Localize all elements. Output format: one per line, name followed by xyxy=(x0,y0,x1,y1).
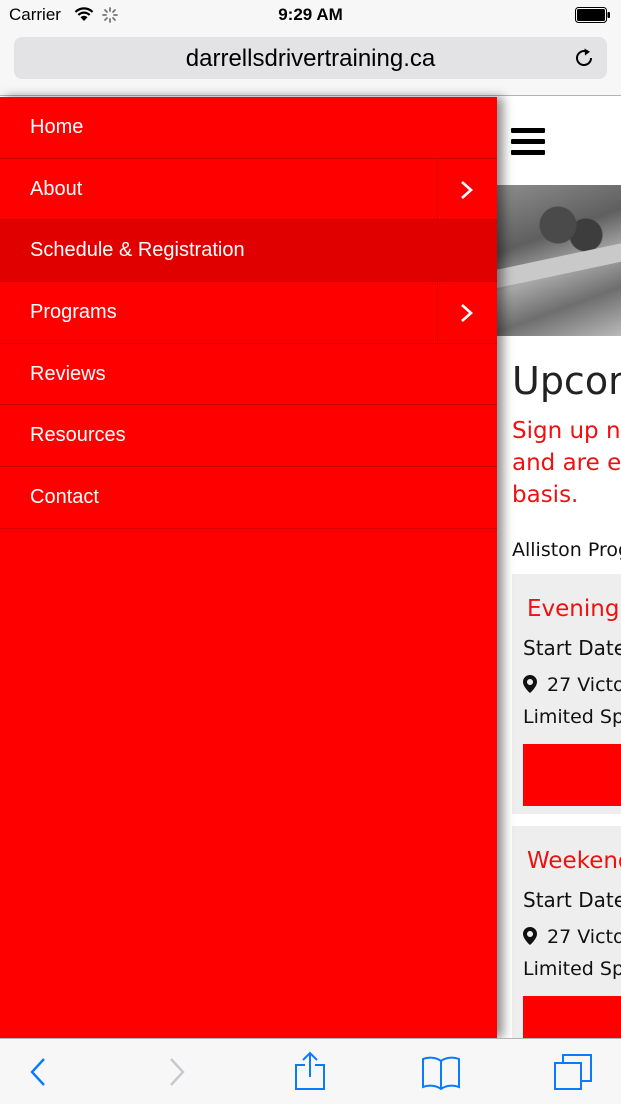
battery-icon xyxy=(575,7,610,23)
slide-out-menu: Home About Schedule & Registration Progr… xyxy=(0,97,497,1038)
program-title: Evening xyxy=(527,596,620,622)
intro-text: Sign up n and are e basis. xyxy=(512,418,621,508)
menu-item-label: Programs xyxy=(30,301,117,324)
page-content: Upcom Sign up n and are e basis. Allisto… xyxy=(497,97,621,1038)
map-pin-icon xyxy=(523,927,537,945)
menu-item-schedule-registration[interactable]: Schedule & Registration xyxy=(0,220,497,283)
menu-item-label: About xyxy=(30,177,83,200)
hero-image xyxy=(497,185,621,336)
program-address: 27 Victo xyxy=(523,674,621,696)
menu-item-label: Home xyxy=(30,116,84,138)
menu-item-about[interactable]: About xyxy=(0,158,497,221)
url-text[interactable]: darrellsdrivertraining.ca xyxy=(14,45,607,73)
menu-item-label: Schedule & Registration xyxy=(30,239,245,262)
menu-item-home[interactable]: Home xyxy=(0,97,497,159)
menu-item-programs[interactable]: Programs xyxy=(0,282,497,344)
forward-icon[interactable] xyxy=(154,1051,198,1093)
address-bar: darrellsdrivertraining.ca xyxy=(0,30,621,96)
back-icon[interactable] xyxy=(17,1051,61,1093)
menu-item-label: Contact xyxy=(30,486,99,509)
menu-item-label: Resources xyxy=(30,424,126,447)
register-button[interactable] xyxy=(523,744,621,806)
spaces-label: Limited Spa xyxy=(523,706,621,728)
url-field[interactable]: darrellsdrivertraining.ca xyxy=(14,37,607,79)
clock: 9:29 AM xyxy=(278,5,343,24)
status-bar: Carrier 9:29 AM xyxy=(0,0,621,30)
spaces-label: Limited Spa xyxy=(523,958,621,980)
share-icon[interactable] xyxy=(288,1051,332,1093)
menu-item-label: Reviews xyxy=(30,362,106,385)
tabs-icon[interactable] xyxy=(551,1051,595,1093)
location-label: Alliston Prog xyxy=(512,539,621,561)
page-title: Upcom xyxy=(512,359,621,403)
submenu-toggle-about[interactable] xyxy=(437,158,497,220)
chevron-right-icon xyxy=(461,304,473,323)
program-address: 27 Victo xyxy=(523,926,621,948)
hamburger-menu-icon[interactable] xyxy=(511,128,545,156)
register-button[interactable] xyxy=(523,996,621,1038)
program-title: Weekend xyxy=(527,848,621,874)
bookmarks-icon[interactable] xyxy=(419,1051,463,1093)
submenu-toggle-programs[interactable] xyxy=(437,282,497,343)
start-date-label: Start Date xyxy=(523,888,621,912)
program-card: Evening Start Date 27 Victo Limited Spa xyxy=(512,574,621,814)
map-pin-icon xyxy=(523,675,537,693)
browser-toolbar xyxy=(0,1038,621,1104)
chevron-right-icon xyxy=(461,180,473,199)
program-card: Weekend Start Date 27 Victo Limited Spa xyxy=(512,826,621,1038)
menu-item-contact[interactable]: Contact xyxy=(0,467,497,529)
menu-item-reviews[interactable]: Reviews xyxy=(0,344,497,406)
start-date-label: Start Date xyxy=(523,636,621,660)
reload-icon[interactable] xyxy=(573,47,595,69)
menu-item-resources[interactable]: Resources xyxy=(0,405,497,468)
